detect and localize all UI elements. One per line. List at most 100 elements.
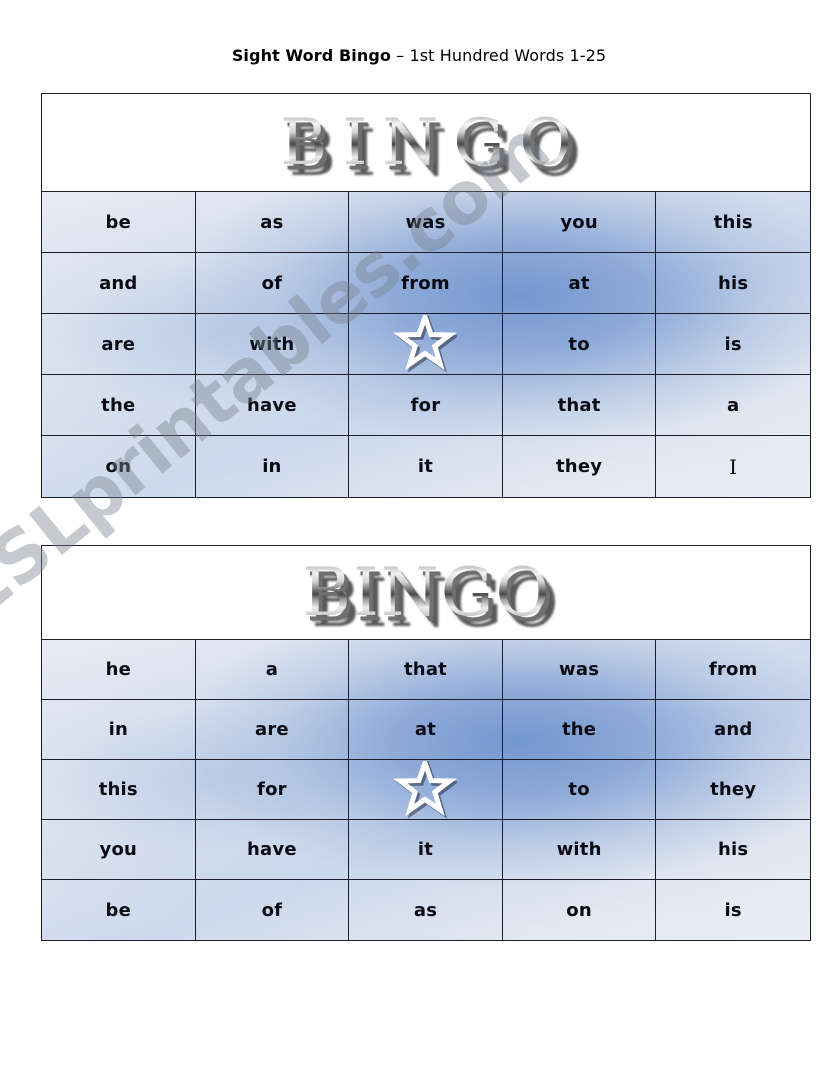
- bingo-cell[interactable]: have: [195, 820, 350, 880]
- bingo-word-text: have: [247, 839, 297, 860]
- bingo-cell[interactable]: are: [195, 700, 350, 760]
- bingo-card-1: BINGO be as was you this and of from at his are wit…: [41, 93, 811, 498]
- bingo-word-text: to: [568, 779, 590, 800]
- bingo-word-text: he: [105, 659, 132, 680]
- bingo-word-text: and: [99, 272, 138, 294]
- page-title-rest: – 1st Hundred Words 1-25: [390, 46, 607, 65]
- bingo-cell[interactable]: in: [196, 436, 350, 497]
- worksheet-page: Sight Word Bingo – 1st Hundred Words 1-2…: [0, 0, 838, 1086]
- bingo-cell[interactable]: for: [349, 375, 503, 436]
- bingo-word-text: from: [401, 272, 450, 294]
- bingo-word-text: for: [410, 394, 441, 416]
- bingo-word-text: this: [713, 211, 753, 233]
- bingo-word-text: the: [101, 394, 136, 416]
- bingo-word-text: that: [404, 659, 447, 680]
- bingo-cell[interactable]: is: [656, 880, 810, 940]
- bingo-cell[interactable]: this: [656, 192, 810, 253]
- bingo-word-text: be: [105, 211, 132, 233]
- bingo-word-text: of: [261, 272, 283, 294]
- bingo-word-text: the: [561, 719, 597, 740]
- bingo-word-text: is: [724, 899, 742, 921]
- bingo-word-text: it: [417, 839, 434, 860]
- bingo-cell[interactable]: on: [42, 436, 196, 497]
- bingo-word-text: be: [105, 899, 132, 921]
- bingo-cell[interactable]: that: [502, 375, 657, 436]
- bingo-word-text: are: [101, 333, 136, 355]
- bingo-word-text: in: [108, 719, 128, 740]
- bingo-letter-b: B: [280, 105, 343, 180]
- bingo-cell[interactable]: be: [42, 192, 196, 253]
- bingo-cell[interactable]: you: [502, 192, 657, 253]
- bingo-cell[interactable]: from: [656, 640, 810, 700]
- bingo-letter-i: I: [352, 553, 381, 631]
- bingo-cell[interactable]: to: [502, 314, 657, 375]
- bingo-word-text: a: [727, 394, 740, 416]
- bingo-cell[interactable]: his: [656, 820, 810, 880]
- bingo-cell[interactable]: of: [195, 253, 350, 314]
- bingo-cell[interactable]: it: [349, 820, 503, 880]
- bingo-cell[interactable]: of: [196, 880, 350, 940]
- bingo-cell[interactable]: it: [349, 436, 503, 497]
- bingo-word-text: was: [405, 211, 446, 233]
- bingo-word-text: on: [566, 899, 592, 921]
- bingo-cell[interactable]: was: [502, 640, 657, 700]
- bingo-word-text: and: [713, 719, 753, 740]
- bingo-cell[interactable]: his: [656, 253, 810, 314]
- bingo-cell[interactable]: the: [42, 375, 196, 436]
- bingo-cell[interactable]: are: [42, 314, 196, 375]
- bingo-cell[interactable]: was: [349, 192, 503, 253]
- bingo-cell-free-space[interactable]: [349, 760, 503, 820]
- bingo-cell[interactable]: he: [42, 640, 196, 700]
- bingo-word-text: it: [417, 456, 434, 477]
- bingo-word-text: to: [568, 333, 590, 355]
- bingo-word-text: they: [710, 779, 757, 800]
- bingo-cell[interactable]: in: [42, 700, 196, 760]
- bingo-cell[interactable]: they: [656, 760, 810, 820]
- bingo-cell[interactable]: I: [656, 436, 810, 497]
- bingo-cell[interactable]: to: [502, 760, 657, 820]
- bingo-cell[interactable]: the: [502, 700, 657, 760]
- bingo-card-1-header: BINGO: [42, 94, 810, 192]
- bingo-cell[interactable]: with: [502, 820, 657, 880]
- bingo-letter-o: O: [495, 553, 552, 631]
- bingo-heading-2: BINGO: [42, 553, 810, 631]
- bingo-cell[interactable]: they: [503, 436, 657, 497]
- bingo-letter-g: G: [440, 553, 496, 631]
- bingo-word-text: from: [708, 659, 758, 680]
- bingo-cell[interactable]: on: [503, 880, 657, 940]
- bingo-cell[interactable]: and: [656, 700, 810, 760]
- bingo-word-text: are: [254, 719, 289, 740]
- star-icon: [393, 760, 458, 819]
- bingo-cell[interactable]: and: [42, 253, 196, 314]
- bingo-cell[interactable]: at: [349, 700, 503, 760]
- bingo-word-text: that: [557, 394, 601, 416]
- page-title-strong: Sight Word Bingo: [231, 46, 391, 65]
- bingo-word-text: with: [556, 839, 602, 860]
- bingo-cell[interactable]: at: [502, 253, 657, 314]
- bingo-cell[interactable]: that: [349, 640, 503, 700]
- bingo-word-text: with: [249, 333, 295, 355]
- bingo-word-text: of: [261, 899, 283, 921]
- bingo-grid-1: be as was you this and of from at his are with to is t…: [42, 192, 810, 497]
- bingo-word-text: at: [414, 719, 437, 740]
- bingo-cell[interactable]: a: [656, 375, 810, 436]
- bingo-cell[interactable]: you: [42, 820, 196, 880]
- bingo-cell[interactable]: is: [656, 314, 810, 375]
- bingo-word-text: they: [556, 456, 603, 477]
- bingo-letter-n: N: [381, 553, 441, 631]
- bingo-cell[interactable]: have: [195, 375, 350, 436]
- bingo-cell[interactable]: a: [195, 640, 350, 700]
- bingo-cell[interactable]: with: [195, 314, 350, 375]
- bingo-cell[interactable]: from: [349, 253, 503, 314]
- bingo-cell[interactable]: as: [195, 192, 350, 253]
- bingo-cell[interactable]: for: [195, 760, 350, 820]
- bingo-word-text: I: [729, 454, 738, 479]
- bingo-heading-1: BINGO: [42, 111, 810, 175]
- bingo-cell[interactable]: this: [42, 760, 196, 820]
- bingo-cell[interactable]: as: [349, 880, 503, 940]
- bingo-cell[interactable]: be: [42, 880, 196, 940]
- bingo-letter-o: O: [519, 105, 587, 180]
- bingo-word-text: his: [718, 839, 749, 860]
- bingo-cell-free-space[interactable]: [349, 314, 503, 375]
- bingo-word-text: for: [257, 779, 287, 800]
